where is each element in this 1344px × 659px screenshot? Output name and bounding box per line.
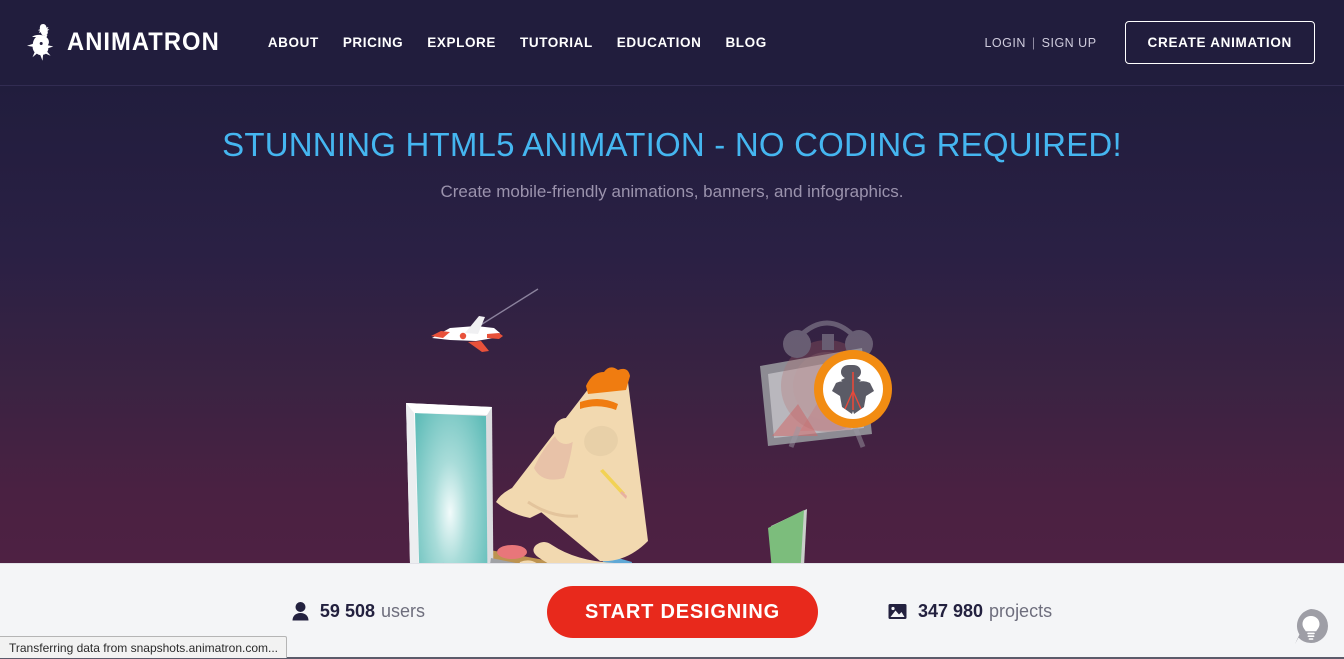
nav-item-about[interactable]: ABOUT [256, 0, 331, 86]
nav-item-blog[interactable]: BLOG [713, 0, 778, 86]
auth-links: LOGIN | SIGN UP [984, 36, 1096, 50]
header-right-group: LOGIN | SIGN UP CREATE ANIMATION [984, 21, 1315, 64]
green-board [768, 509, 807, 563]
projects-label: projects [989, 601, 1053, 621]
users-label: users [380, 601, 425, 621]
site-header: ANIMATRON ABOUT PRICING EXPLORE TUTORIAL… [0, 0, 1344, 86]
feedback-widget-button[interactable] [1292, 607, 1332, 647]
brand-name: ANIMATRON [67, 28, 220, 56]
users-count: 59 508 [319, 601, 375, 621]
projects-count: 347 980 [917, 601, 984, 621]
lightbulb-speech-bubble-icon [1295, 609, 1328, 644]
login-link[interactable]: LOGIN [984, 36, 1025, 50]
nav-item-tutorial[interactable]: TUTORIAL [508, 0, 605, 86]
browser-status-bar: Transferring data from snapshots.animatr… [0, 636, 288, 658]
rocket-plane-with-contrail [431, 288, 539, 352]
start-designing-button[interactable]: START DESIGNING [547, 585, 818, 638]
cartoon-animator-character [496, 367, 648, 563]
mouse-pad [497, 545, 527, 559]
nav-item-pricing[interactable]: PRICING [331, 0, 415, 86]
create-animation-button[interactable]: CREATE ANIMATION [1124, 21, 1315, 64]
users-stat: 59 508 users [292, 601, 425, 622]
projects-stat: 347 980 projects [888, 601, 1052, 622]
user-icon [292, 602, 309, 621]
signup-link[interactable]: SIGN UP [1042, 36, 1097, 50]
nav-item-education[interactable]: EDUCATION [605, 0, 714, 86]
nav-item-explore[interactable]: EXPLORE [415, 0, 508, 86]
brand-logo-link[interactable]: ANIMATRON [26, 21, 228, 65]
page-root: ANIMATRON ABOUT PRICING EXPLORE TUTORIAL… [0, 0, 1344, 659]
orange-badge-logo [814, 350, 892, 428]
animator-at-desk-illustration [406, 288, 892, 563]
image-icon [888, 603, 907, 620]
animatron-mascot-logo-icon [26, 23, 60, 63]
hero-section: STUNNING HTML5 ANIMATION - NO CODING REQ… [0, 86, 1344, 563]
auth-separator: | [1031, 35, 1036, 50]
main-nav: ABOUT PRICING EXPLORE TUTORIAL EDUCATION… [256, 0, 779, 85]
